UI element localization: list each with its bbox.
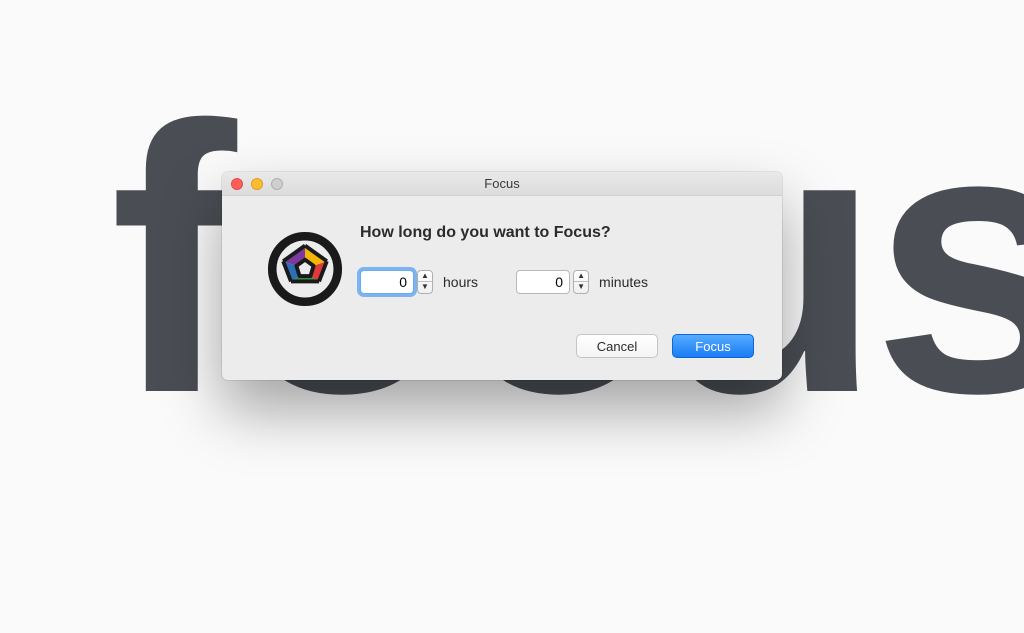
prompt-text: How long do you want to Focus? (360, 224, 754, 242)
window-title: Focus (222, 176, 782, 191)
chevron-down-icon[interactable]: ▼ (574, 282, 588, 293)
hours-input[interactable] (360, 270, 414, 294)
minutes-stepper[interactable]: ▲ ▼ (516, 270, 589, 294)
focus-app-icon (266, 230, 344, 308)
minutes-label: minutes (599, 274, 648, 290)
titlebar: Focus (222, 172, 782, 196)
chevron-down-icon[interactable]: ▼ (418, 282, 432, 293)
cancel-button[interactable]: Cancel (576, 334, 658, 358)
hours-stepper[interactable]: ▲ ▼ (360, 270, 433, 294)
dialog-body: How long do you want to Focus? ▲ ▼ hours… (222, 196, 782, 380)
maximize-icon (271, 178, 283, 190)
hours-label: hours (443, 274, 478, 290)
focus-button[interactable]: Focus (672, 334, 754, 358)
chevron-up-icon[interactable]: ▲ (418, 271, 432, 282)
hours-stepper-arrows[interactable]: ▲ ▼ (417, 270, 433, 294)
close-icon[interactable] (231, 178, 243, 190)
chevron-up-icon[interactable]: ▲ (574, 271, 588, 282)
focus-dialog: Focus How long do you want to Focus? (222, 172, 782, 380)
minimize-icon[interactable] (251, 178, 263, 190)
minutes-stepper-arrows[interactable]: ▲ ▼ (573, 270, 589, 294)
dialog-buttons: Cancel Focus (360, 334, 754, 358)
traffic-lights (222, 178, 283, 190)
minutes-input[interactable] (516, 270, 570, 294)
duration-inputs: ▲ ▼ hours ▲ ▼ minutes (360, 270, 754, 294)
